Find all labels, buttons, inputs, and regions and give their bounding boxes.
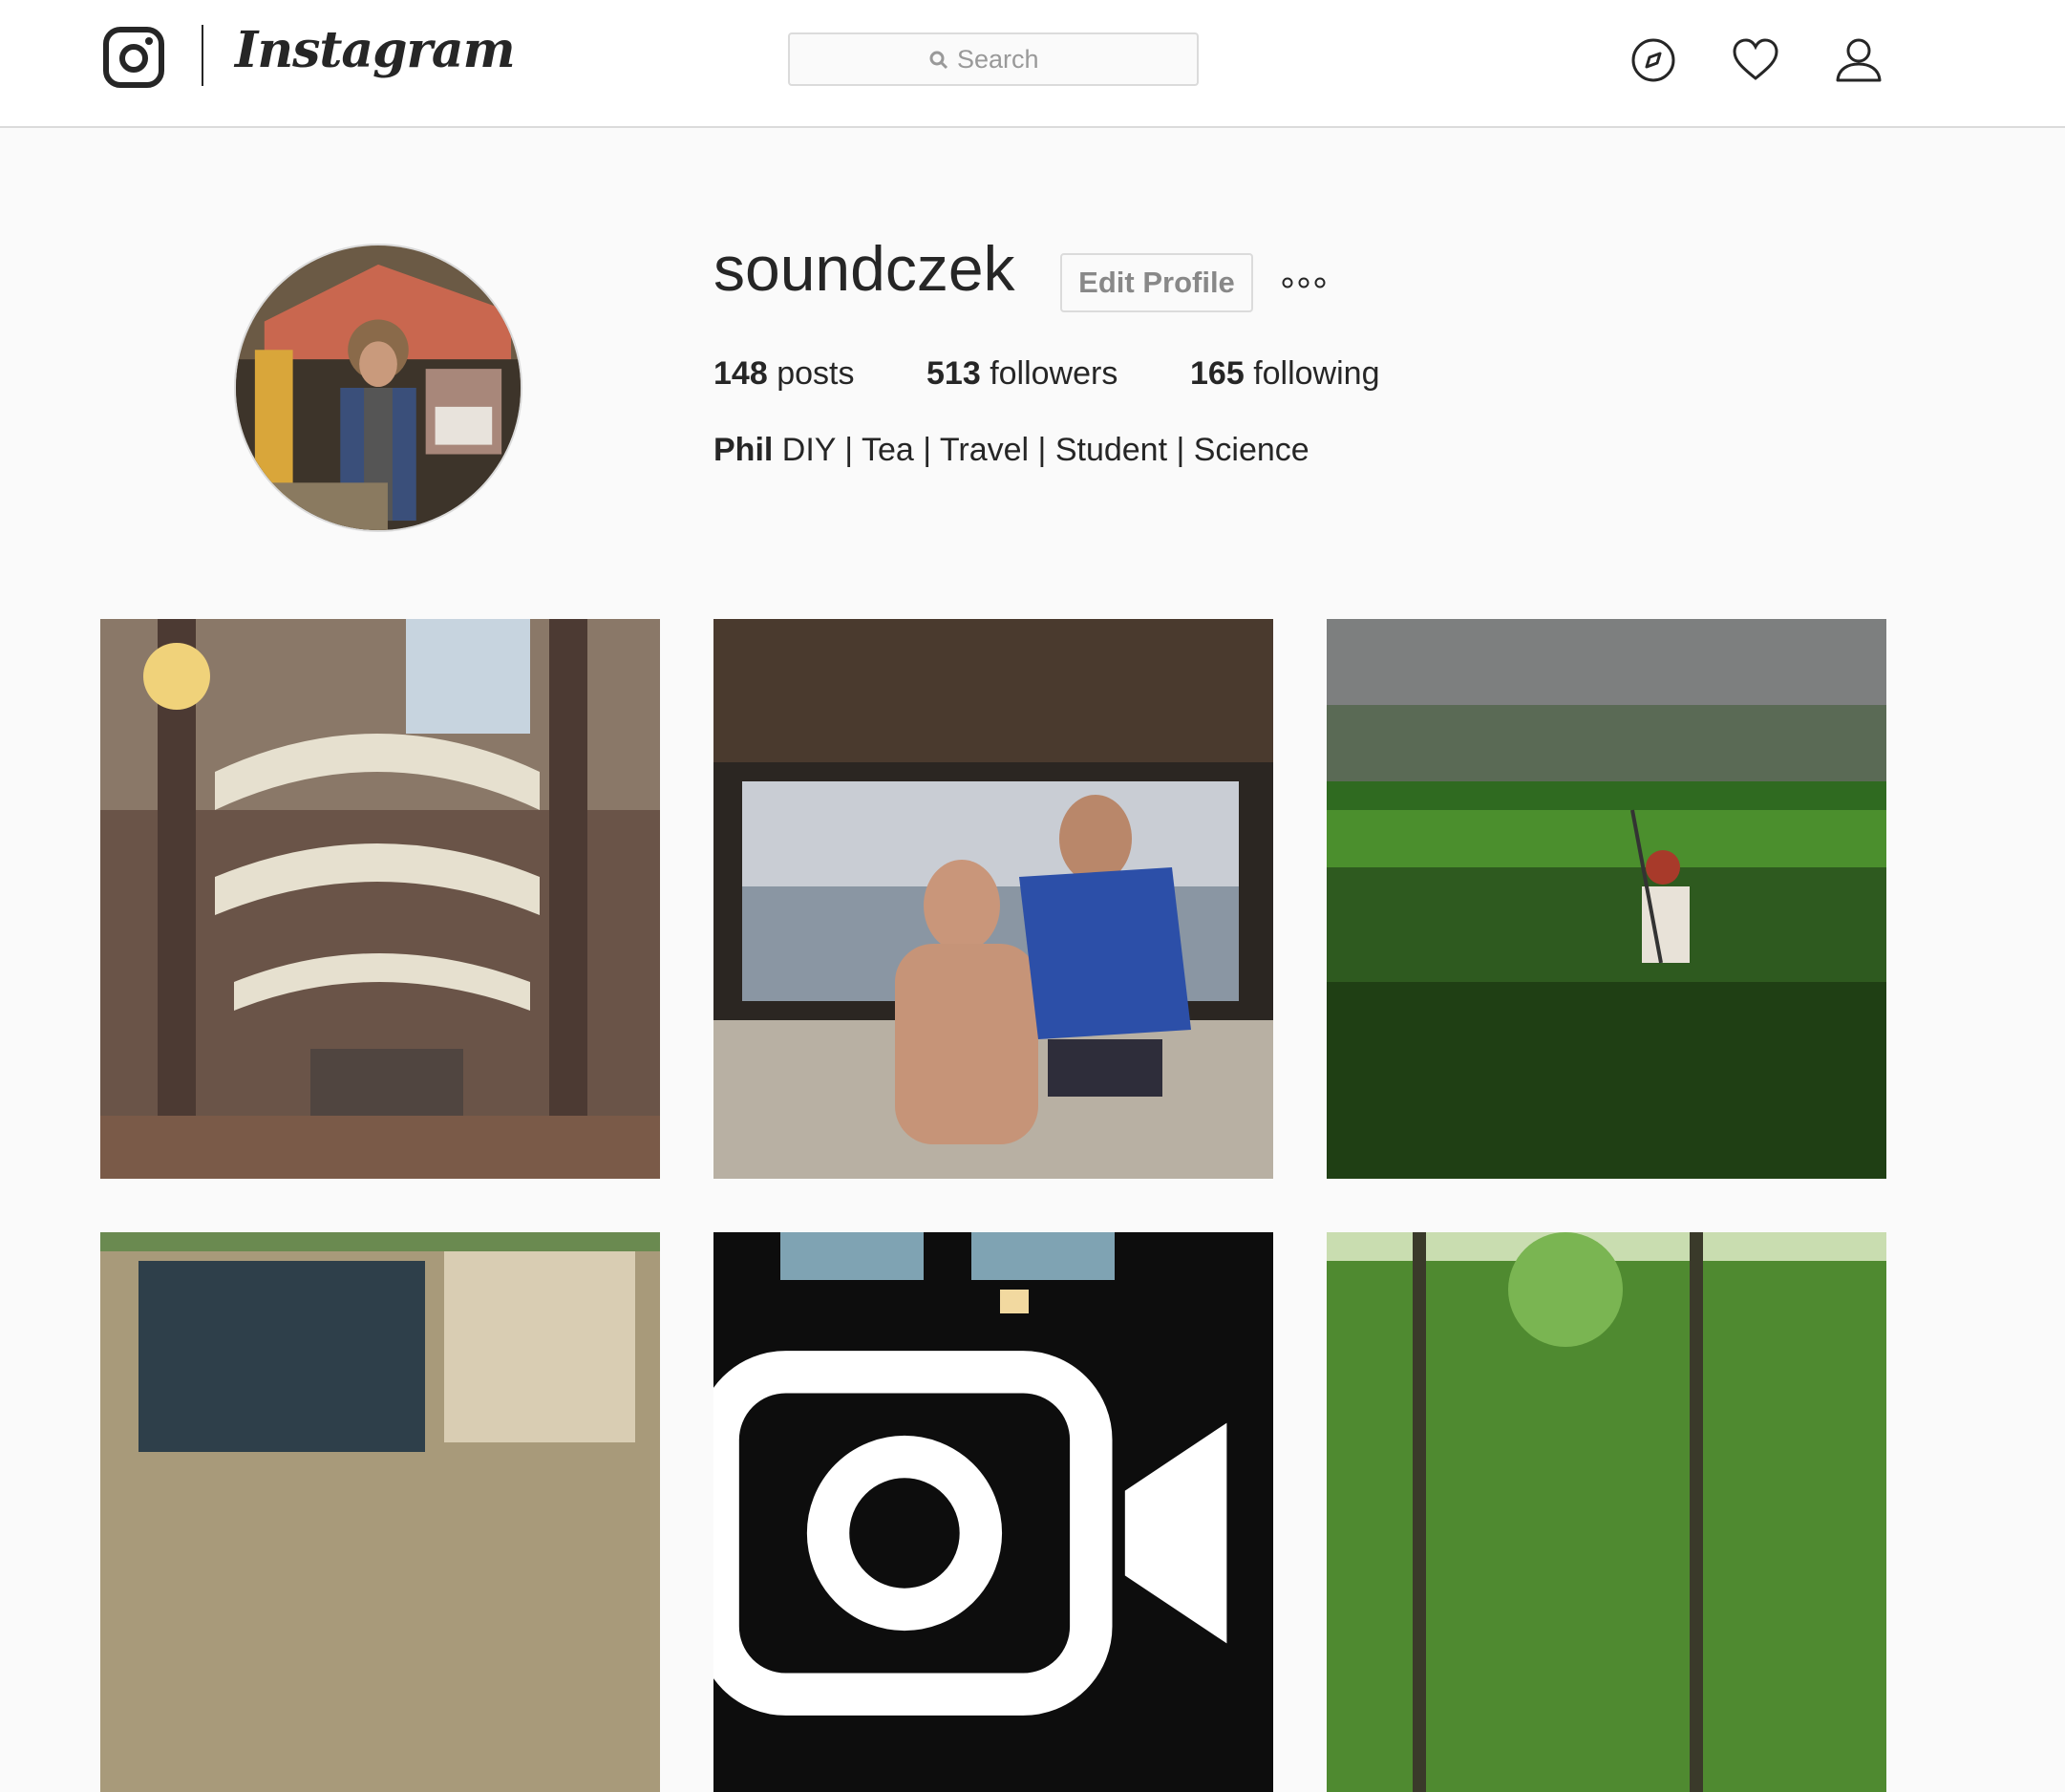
followers-count: 513 — [926, 355, 981, 392]
post-tile[interactable] — [100, 1232, 660, 1792]
posts-label: posts — [777, 355, 855, 392]
following-stat[interactable]: 165 following — [1190, 355, 1380, 393]
profile-username: soundczek — [713, 233, 1015, 304]
search-input[interactable] — [957, 46, 1148, 73]
search-icon — [929, 51, 948, 70]
bio-text: DIY | Tea | Travel | Student | Science — [781, 432, 1309, 468]
followers-stat[interactable]: 513 followers — [926, 355, 1118, 393]
instagram-logo-icon[interactable] — [103, 27, 164, 88]
post-tile[interactable] — [1327, 1232, 1886, 1792]
post-tile[interactable] — [713, 1232, 1273, 1792]
post-tile[interactable] — [100, 619, 660, 1179]
search-box[interactable] — [788, 32, 1199, 86]
profile-bio: Phil DIY | Tea | Travel | Student | Scie… — [713, 432, 1309, 469]
post-tile[interactable] — [1327, 619, 1886, 1179]
compass-icon[interactable] — [1629, 36, 1677, 84]
profile-avatar[interactable] — [234, 244, 522, 532]
bio-name: Phil — [713, 432, 774, 468]
posts-stat: 148 posts — [713, 355, 854, 393]
instagram-wordmark[interactable]: Instagram — [235, 21, 516, 79]
user-icon[interactable] — [1835, 36, 1883, 84]
post-tile[interactable] — [713, 619, 1273, 1179]
logo-divider — [202, 25, 203, 86]
following-label: following — [1253, 355, 1380, 392]
posts-count: 148 — [713, 355, 768, 392]
edit-profile-button[interactable]: Edit Profile — [1060, 253, 1253, 312]
video-camera-icon — [713, 1351, 1227, 1716]
following-count: 165 — [1190, 355, 1245, 392]
more-options-icon[interactable] — [1280, 272, 1328, 293]
top-navigation-bar: Instagram — [0, 0, 2065, 128]
followers-label: followers — [990, 355, 1118, 392]
heart-icon[interactable] — [1732, 36, 1779, 84]
